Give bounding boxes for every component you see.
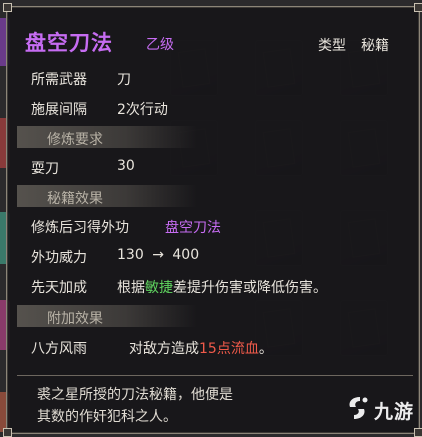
power-to: 400 bbox=[172, 247, 200, 263]
innate-desc-post: 差提升伤害或降低伤害。 bbox=[173, 280, 327, 296]
jiuyou-logo-icon bbox=[344, 394, 370, 426]
stat-label: 所需武器 bbox=[31, 72, 87, 88]
learn-skill-row: 修炼后习得外功 盘空刀法 bbox=[31, 217, 221, 237]
stat-value: 2次行动 bbox=[117, 102, 168, 118]
flavor-line: 裘之星所授的刀法秘籍，他便是 bbox=[37, 387, 233, 403]
stat-row-interval: 施展间隔 2次行动 bbox=[31, 99, 168, 119]
section-book-effects: 秘籍效果 bbox=[17, 185, 197, 207]
divider bbox=[17, 375, 413, 376]
section-extra-effects: 附加效果 bbox=[17, 305, 197, 327]
requirement-row: 耍刀 30 bbox=[31, 158, 135, 178]
item-tooltip: 盘空刀法 乙级 类型 秘籍 所需武器 刀 施展间隔 2次行动 修炼要求 耍刀 3… bbox=[3, 3, 422, 437]
innate-row: 先天加成 根据敏捷差提升伤害或降低伤害。 bbox=[31, 277, 327, 297]
stat-value: 刀 bbox=[117, 72, 131, 88]
power-values: 130 → 400 bbox=[117, 247, 199, 263]
requirement-label: 耍刀 bbox=[31, 161, 59, 177]
section-title: 附加效果 bbox=[47, 311, 103, 327]
extra-effect-row: 八方风雨 对敌方造成15点流血。 bbox=[31, 338, 273, 358]
bleed-amount: 15点流血 bbox=[199, 341, 259, 357]
extra-skill-name: 八方风雨 bbox=[31, 341, 87, 357]
section-requirements: 修炼要求 bbox=[17, 126, 197, 148]
item-type-value: 秘籍 bbox=[361, 38, 389, 54]
power-label: 外功威力 bbox=[31, 250, 87, 266]
learn-skill-label: 修炼后习得外功 bbox=[31, 220, 129, 236]
learn-skill-name: 盘空刀法 bbox=[165, 220, 221, 236]
stat-row-weapon: 所需武器 刀 bbox=[31, 69, 131, 89]
innate-stat: 敏捷 bbox=[145, 280, 173, 296]
innate-desc-pre: 根据 bbox=[117, 280, 145, 296]
power-from: 130 bbox=[117, 247, 144, 263]
flavor-line: 其数的作奸犯科之人。 bbox=[37, 409, 177, 425]
corner-ornament bbox=[3, 3, 12, 12]
power-row: 外功威力 130 → 400 bbox=[31, 247, 199, 267]
extra-effect-desc: 对敌方造成15点流血。 bbox=[129, 338, 273, 358]
requirement-value: 30 bbox=[117, 158, 135, 174]
item-type-label: 类型 bbox=[318, 38, 346, 54]
item-name: 盘空刀法 bbox=[25, 31, 113, 55]
watermark: 九游 bbox=[344, 394, 414, 426]
watermark-text: 九游 bbox=[373, 400, 414, 423]
stat-label: 施展间隔 bbox=[31, 102, 87, 118]
item-grade: 乙级 bbox=[146, 37, 174, 53]
flavor-text: 裘之星所授的刀法秘籍，他便是 其数的作奸犯科之人。 bbox=[37, 384, 307, 428]
innate-desc: 根据敏捷差提升伤害或降低伤害。 bbox=[117, 277, 327, 297]
section-title: 秘籍效果 bbox=[47, 191, 103, 207]
innate-label: 先天加成 bbox=[31, 280, 87, 296]
extra-desc-post: 。 bbox=[258, 341, 273, 357]
corner-ornament bbox=[414, 3, 422, 12]
extra-desc-pre: 对敌方造成 bbox=[129, 341, 199, 357]
arrow-right-icon: → bbox=[152, 247, 164, 263]
section-title: 修炼要求 bbox=[47, 132, 103, 148]
